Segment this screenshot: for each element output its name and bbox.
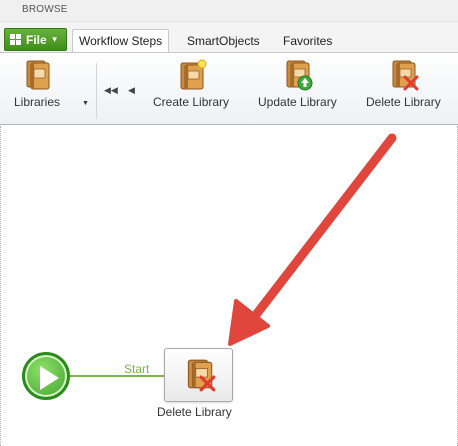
delete-library-icon <box>392 60 419 91</box>
delete-library-icon <box>187 359 216 392</box>
delete-library-label: Delete Library <box>366 95 441 109</box>
caret-down-icon: ▼ <box>50 35 59 44</box>
workflow-link-line[interactable] <box>70 375 164 377</box>
tab-label: Workflow Steps <box>79 34 163 48</box>
tab-workflow-steps[interactable]: Workflow Steps <box>72 29 170 52</box>
play-icon <box>40 366 59 390</box>
create-library-icon <box>180 59 207 90</box>
step-label: Delete Library <box>157 405 232 419</box>
update-library-icon <box>286 60 313 91</box>
tab-favorites[interactable]: Favorites <box>277 29 338 52</box>
ribbon-tab-row: File ▼ Workflow Steps SmartObjects Favor… <box>0 22 458 52</box>
browse-label[interactable]: BROWSE <box>22 4 68 15</box>
books-icon <box>26 60 50 90</box>
update-library-label: Update Library <box>258 95 337 109</box>
double-chevron-left-icon[interactable]: ◀◀ <box>104 85 118 96</box>
libraries-button[interactable]: Libraries <box>14 59 60 109</box>
update-library-button[interactable]: Update Library <box>258 59 337 109</box>
create-library-button[interactable]: Create Library <box>153 59 229 109</box>
libraries-label: Libraries <box>14 95 61 109</box>
ribbon-toolbar: Libraries ▼ ◀◀ ◀ Create Library Update L… <box>0 52 458 125</box>
grid-icon <box>10 34 21 45</box>
libraries-dropdown-icon[interactable]: ▼ <box>82 100 89 107</box>
create-library-label: Create Library <box>153 95 230 109</box>
tab-smartobjects[interactable]: SmartObjects <box>181 29 266 52</box>
ribbon-separator <box>96 63 97 119</box>
top-bar: BROWSE <box>0 0 458 22</box>
delete-library-button[interactable]: Delete Library <box>366 59 441 109</box>
link-label: Start <box>124 362 150 376</box>
start-node[interactable] <box>22 352 70 400</box>
file-menu-button[interactable]: File ▼ <box>4 28 67 51</box>
chevron-left-icon[interactable]: ◀ <box>128 85 135 96</box>
tab-label: Favorites <box>283 33 333 48</box>
file-menu-label: File <box>26 32 47 47</box>
tab-label: SmartObjects <box>187 33 260 48</box>
delete-library-step[interactable] <box>164 348 233 402</box>
